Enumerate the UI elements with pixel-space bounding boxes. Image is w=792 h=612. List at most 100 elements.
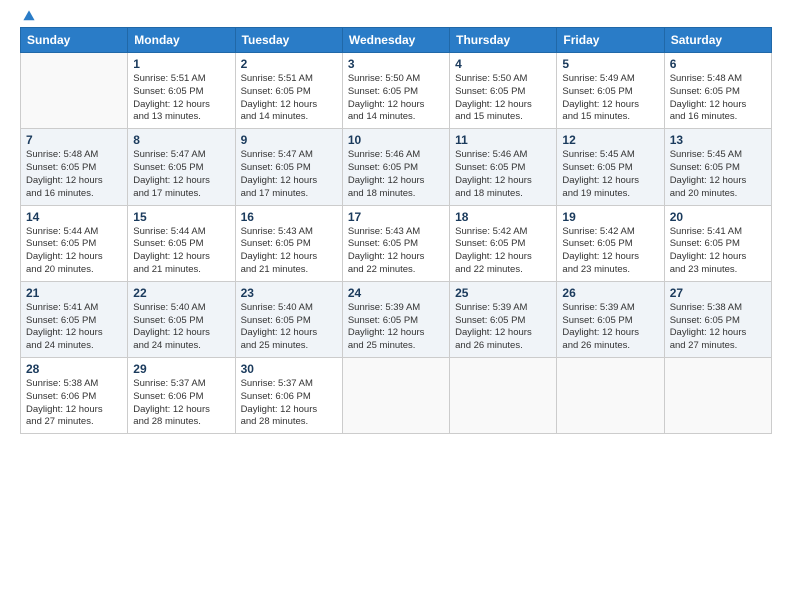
day-info: Sunrise: 5:47 AM Sunset: 6:05 PM Dayligh…: [241, 149, 337, 200]
day-info: Sunrise: 5:39 AM Sunset: 6:05 PM Dayligh…: [455, 302, 551, 353]
day-number: 19: [562, 210, 658, 224]
day-info: Sunrise: 5:48 AM Sunset: 6:05 PM Dayligh…: [26, 149, 122, 200]
day-info: Sunrise: 5:39 AM Sunset: 6:05 PM Dayligh…: [348, 302, 444, 353]
day-info: Sunrise: 5:45 AM Sunset: 6:05 PM Dayligh…: [562, 149, 658, 200]
calendar-cell: 2 Sunrise: 5:51 AM Sunset: 6:05 PM Daylig…: [235, 53, 342, 129]
calendar-cell: 9 Sunrise: 5:47 AM Sunset: 6:05 PM Daylig…: [235, 129, 342, 205]
day-info: Sunrise: 5:50 AM Sunset: 6:05 PM Dayligh…: [455, 73, 551, 124]
calendar-cell: 19Sunrise: 5:42 AM Sunset: 6:05 PM Dayli…: [557, 205, 664, 281]
day-info: Sunrise: 5:37 AM Sunset: 6:06 PM Dayligh…: [133, 378, 229, 429]
day-info: Sunrise: 5:47 AM Sunset: 6:05 PM Dayligh…: [133, 149, 229, 200]
day-number: 17: [348, 210, 444, 224]
day-info: Sunrise: 5:38 AM Sunset: 6:05 PM Dayligh…: [670, 302, 766, 353]
day-number: 26: [562, 286, 658, 300]
day-info: Sunrise: 5:38 AM Sunset: 6:06 PM Dayligh…: [26, 378, 122, 429]
day-info: Sunrise: 5:43 AM Sunset: 6:05 PM Dayligh…: [241, 226, 337, 277]
day-number: 2: [241, 57, 337, 71]
weekday-header: Saturday: [664, 28, 771, 53]
calendar-cell: 15 Sunrise: 5:44 AM Sunset: 6:05 PM Dayli…: [128, 205, 235, 281]
day-number: 15: [133, 210, 229, 224]
logo: [20, 15, 36, 19]
day-info: Sunrise: 5:39 AM Sunset: 6:05 PM Dayligh…: [562, 302, 658, 353]
calendar-cell: 17 Sunrise: 5:43 AM Sunset: 6:05 PM Dayli…: [342, 205, 449, 281]
weekday-header: Tuesday: [235, 28, 342, 53]
day-info: Sunrise: 5:41 AM Sunset: 6:05 PM Dayligh…: [26, 302, 122, 353]
day-info: Sunrise: 5:44 AM Sunset: 6:05 PM Dayligh…: [26, 226, 122, 277]
day-info: Sunrise: 5:40 AM Sunset: 6:05 PM Dayligh…: [133, 302, 229, 353]
calendar-cell: 18 Sunrise: 5:42 AM Sunset: 6:05 PM Dayli…: [450, 205, 557, 281]
day-number: 29: [133, 362, 229, 376]
day-number: 3: [348, 57, 444, 71]
day-info: Sunrise: 5:48 AM Sunset: 6:05 PM Dayligh…: [670, 73, 766, 124]
day-number: 20: [670, 210, 766, 224]
calendar-cell: 16 Sunrise: 5:43 AM Sunset: 6:05 PM Dayli…: [235, 205, 342, 281]
calendar-cell: 21 Sunrise: 5:41 AM Sunset: 6:05 PM Dayli…: [21, 281, 128, 357]
calendar-cell: 28 Sunrise: 5:38 AM Sunset: 6:06 PM Dayli…: [21, 358, 128, 434]
calendar-cell: 12Sunrise: 5:45 AM Sunset: 6:05 PM Dayli…: [557, 129, 664, 205]
weekday-header: Wednesday: [342, 28, 449, 53]
day-info: Sunrise: 5:46 AM Sunset: 6:05 PM Dayligh…: [348, 149, 444, 200]
day-info: Sunrise: 5:37 AM Sunset: 6:06 PM Dayligh…: [241, 378, 337, 429]
day-number: 25: [455, 286, 551, 300]
calendar-cell: 13Sunrise: 5:45 AM Sunset: 6:05 PM Dayli…: [664, 129, 771, 205]
day-info: Sunrise: 5:44 AM Sunset: 6:05 PM Dayligh…: [133, 226, 229, 277]
calendar-week-row: 1 Sunrise: 5:51 AM Sunset: 6:05 PM Daylig…: [21, 53, 772, 129]
day-number: 4: [455, 57, 551, 71]
calendar-week-row: 14 Sunrise: 5:44 AM Sunset: 6:05 PM Dayli…: [21, 205, 772, 281]
day-info: Sunrise: 5:42 AM Sunset: 6:05 PM Dayligh…: [455, 226, 551, 277]
day-info: Sunrise: 5:46 AM Sunset: 6:05 PM Dayligh…: [455, 149, 551, 200]
weekday-header: Sunday: [21, 28, 128, 53]
day-info: Sunrise: 5:41 AM Sunset: 6:05 PM Dayligh…: [670, 226, 766, 277]
weekday-header: Monday: [128, 28, 235, 53]
calendar-cell: 23Sunrise: 5:40 AM Sunset: 6:05 PM Dayli…: [235, 281, 342, 357]
calendar-cell: 14 Sunrise: 5:44 AM Sunset: 6:05 PM Dayli…: [21, 205, 128, 281]
day-number: 23: [241, 286, 337, 300]
day-number: 14: [26, 210, 122, 224]
calendar-cell: 7 Sunrise: 5:48 AM Sunset: 6:05 PM Daylig…: [21, 129, 128, 205]
day-number: 22: [133, 286, 229, 300]
day-number: 28: [26, 362, 122, 376]
calendar-week-row: 21 Sunrise: 5:41 AM Sunset: 6:05 PM Dayli…: [21, 281, 772, 357]
calendar-cell: 3 Sunrise: 5:50 AM Sunset: 6:05 PM Daylig…: [342, 53, 449, 129]
calendar-week-row: 7 Sunrise: 5:48 AM Sunset: 6:05 PM Daylig…: [21, 129, 772, 205]
calendar-week-row: 28 Sunrise: 5:38 AM Sunset: 6:06 PM Dayli…: [21, 358, 772, 434]
calendar-cell: [21, 53, 128, 129]
logo-icon: [22, 9, 36, 23]
day-info: Sunrise: 5:51 AM Sunset: 6:05 PM Dayligh…: [133, 73, 229, 124]
calendar-cell: 24 Sunrise: 5:39 AM Sunset: 6:05 PM Dayli…: [342, 281, 449, 357]
day-number: 24: [348, 286, 444, 300]
day-number: 21: [26, 286, 122, 300]
calendar-cell: 5Sunrise: 5:49 AM Sunset: 6:05 PM Daylig…: [557, 53, 664, 129]
header: [20, 15, 772, 19]
calendar-cell: 30 Sunrise: 5:37 AM Sunset: 6:06 PM Dayli…: [235, 358, 342, 434]
calendar-cell: [342, 358, 449, 434]
calendar-cell: 25 Sunrise: 5:39 AM Sunset: 6:05 PM Dayli…: [450, 281, 557, 357]
day-number: 18: [455, 210, 551, 224]
day-info: Sunrise: 5:49 AM Sunset: 6:05 PM Dayligh…: [562, 73, 658, 124]
day-info: Sunrise: 5:43 AM Sunset: 6:05 PM Dayligh…: [348, 226, 444, 277]
calendar-cell: 27 Sunrise: 5:38 AM Sunset: 6:05 PM Dayli…: [664, 281, 771, 357]
day-number: 1: [133, 57, 229, 71]
calendar-cell: 8Sunrise: 5:47 AM Sunset: 6:05 PM Daylig…: [128, 129, 235, 205]
day-number: 6: [670, 57, 766, 71]
day-info: Sunrise: 5:51 AM Sunset: 6:05 PM Dayligh…: [241, 73, 337, 124]
day-number: 9: [241, 133, 337, 147]
day-number: 11: [455, 133, 551, 147]
day-number: 13: [670, 133, 766, 147]
calendar-cell: 20 Sunrise: 5:41 AM Sunset: 6:05 PM Dayli…: [664, 205, 771, 281]
day-number: 16: [241, 210, 337, 224]
calendar-cell: 4 Sunrise: 5:50 AM Sunset: 6:05 PM Daylig…: [450, 53, 557, 129]
calendar-cell: 29 Sunrise: 5:37 AM Sunset: 6:06 PM Dayli…: [128, 358, 235, 434]
weekday-header: Friday: [557, 28, 664, 53]
calendar-cell: 6 Sunrise: 5:48 AM Sunset: 6:05 PM Daylig…: [664, 53, 771, 129]
calendar-header-row: SundayMondayTuesdayWednesdayThursdayFrid…: [21, 28, 772, 53]
day-number: 10: [348, 133, 444, 147]
calendar-cell: 1 Sunrise: 5:51 AM Sunset: 6:05 PM Daylig…: [128, 53, 235, 129]
day-number: 30: [241, 362, 337, 376]
calendar-cell: 22 Sunrise: 5:40 AM Sunset: 6:05 PM Dayli…: [128, 281, 235, 357]
day-number: 27: [670, 286, 766, 300]
calendar-cell: 10 Sunrise: 5:46 AM Sunset: 6:05 PM Dayli…: [342, 129, 449, 205]
day-number: 7: [26, 133, 122, 147]
calendar-cell: [664, 358, 771, 434]
day-info: Sunrise: 5:50 AM Sunset: 6:05 PM Dayligh…: [348, 73, 444, 124]
